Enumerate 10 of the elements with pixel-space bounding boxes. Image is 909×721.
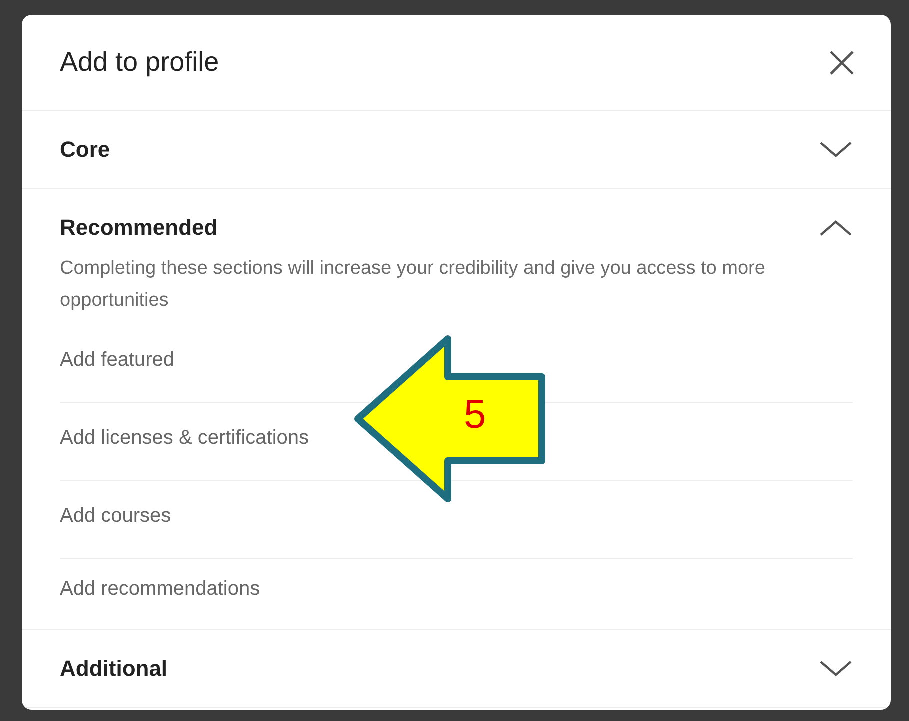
section-header[interactable]: Core <box>22 111 891 188</box>
section-description: Completing these sections will increase your credibility and give you access to more opportunities <box>60 257 766 313</box>
dialog-title: Add to profile <box>60 47 220 78</box>
close-button[interactable] <box>829 50 855 76</box>
close-icon <box>829 50 855 76</box>
chevron-down-icon <box>819 140 853 158</box>
section-link[interactable]: Add recommendations <box>60 559 853 629</box>
section-header[interactable]: Additional <box>22 630 891 707</box>
chevron-up-icon <box>819 218 853 236</box>
chevron-down-icon <box>819 660 853 678</box>
